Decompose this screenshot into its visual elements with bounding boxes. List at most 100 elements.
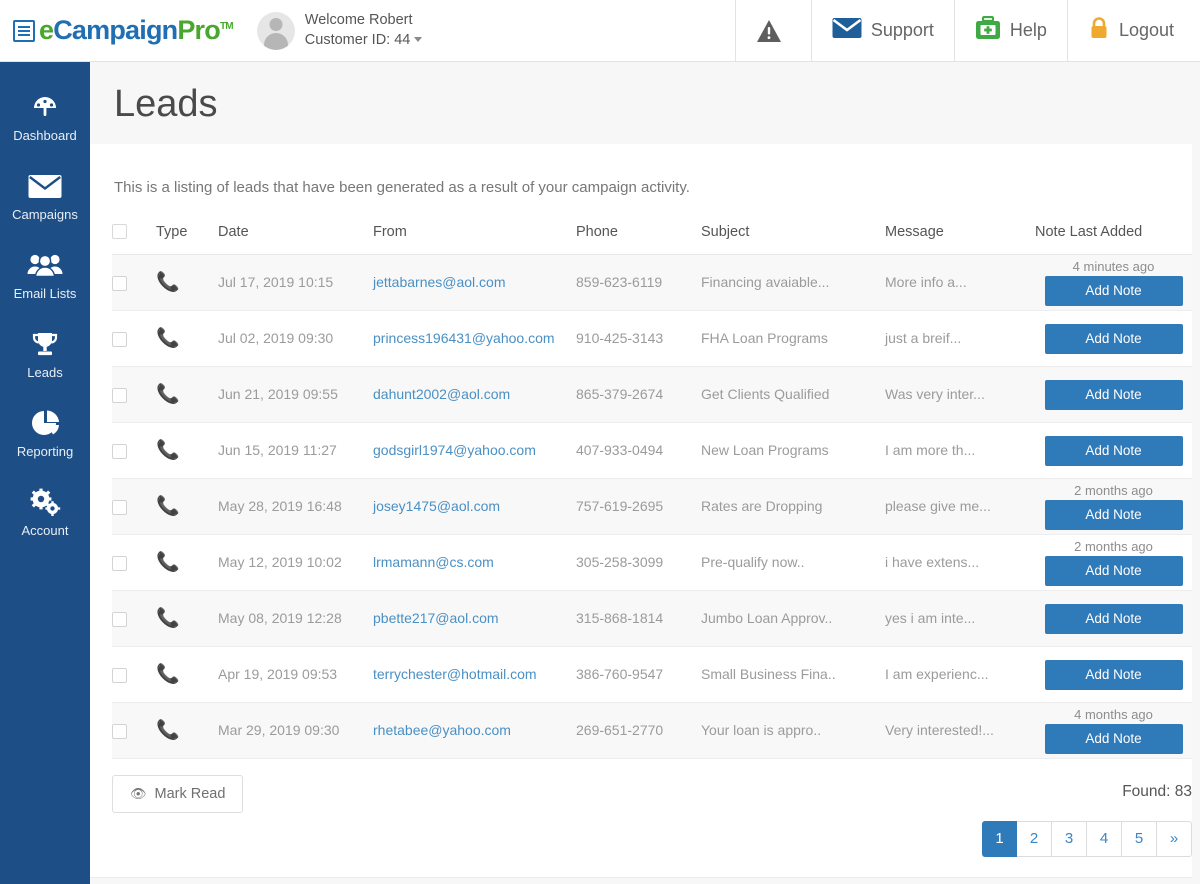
row-from-link[interactable]: terrychester@hotmail.com: [373, 666, 537, 682]
row-subject: Your loan is appro..: [701, 702, 885, 759]
row-from-link[interactable]: godsgirl1974@yahoo.com: [373, 442, 536, 458]
add-note-button[interactable]: Add Note: [1044, 324, 1183, 355]
sidebar-item-reporting[interactable]: Reporting: [0, 396, 90, 475]
table-row[interactable]: 📞 Jul 02, 2019 09:30 princess196431@yahoo.…: [112, 310, 1192, 367]
row-from-link[interactable]: jettabarnes@aol.com: [373, 274, 506, 290]
user-menu[interactable]: Welcome Robert Customer ID: 44: [243, 0, 423, 61]
add-note-button[interactable]: Add Note: [1044, 555, 1183, 586]
phone-icon: 📞: [156, 495, 180, 517]
row-message[interactable]: More info a...: [885, 254, 1035, 311]
add-note-button[interactable]: Add Note: [1044, 436, 1183, 467]
column-header-date[interactable]: Date: [218, 217, 373, 255]
sidebar-item-email-lists[interactable]: Email Lists: [0, 238, 90, 317]
row-checkbox[interactable]: [112, 275, 127, 291]
sidebar-item-campaigns[interactable]: Campaigns: [0, 159, 90, 238]
support-label: Support: [870, 20, 934, 40]
top-header-bar: eCampaignProTM Welcome Robert Customer I…: [0, 0, 1200, 62]
table-row[interactable]: 📞 Jul 17, 2019 10:15 jettabarnes@aol.com 85…: [112, 254, 1192, 311]
add-note-button[interactable]: Add Note: [1044, 723, 1183, 754]
add-note-button[interactable]: Add Note: [1044, 660, 1183, 691]
column-header-type[interactable]: Type: [156, 217, 218, 255]
pagination-item[interactable]: 3: [1052, 820, 1087, 857]
row-date: Jun 15, 2019 11:27: [218, 422, 373, 479]
row-checkbox[interactable]: [112, 723, 127, 739]
row-checkbox[interactable]: [112, 611, 127, 627]
row-select-cell: [112, 534, 156, 591]
row-from-link[interactable]: lrmamann@cs.com: [373, 554, 494, 570]
chevron-down-icon[interactable]: [414, 37, 423, 43]
table-row[interactable]: 📞 Mar 29, 2019 09:30 rhetabee@yahoo.com 269…: [112, 702, 1192, 759]
logout-button[interactable]: Logout: [1066, 0, 1200, 61]
row-message[interactable]: Very interested!...: [885, 702, 1035, 759]
table-row[interactable]: 📞 May 08, 2019 12:28 pbette217@aol.com 315-…: [112, 590, 1192, 647]
table-row[interactable]: 📞 Jun 21, 2019 09:55 dahunt2002@aol.com 865…: [112, 366, 1192, 423]
sidebar-item-dashboard[interactable]: Dashboard: [0, 80, 90, 159]
pagination-item[interactable]: »: [1157, 820, 1192, 857]
pagination-item[interactable]: 2: [1017, 820, 1052, 857]
row-checkbox[interactable]: [112, 555, 127, 571]
table-row[interactable]: 📞 May 12, 2019 10:02 lrmamann@cs.com 305-25…: [112, 534, 1192, 591]
column-header-message[interactable]: Message: [885, 217, 1035, 255]
row-message[interactable]: yes i am inte...: [885, 590, 1035, 647]
pagination-item[interactable]: 1: [982, 820, 1017, 857]
row-message[interactable]: I am experienc...: [885, 646, 1035, 703]
mark-read-button[interactable]: 👁 Mark Read: [112, 774, 244, 813]
row-phone: 910-425-3143: [576, 310, 701, 367]
column-header-phone[interactable]: Phone: [576, 217, 701, 255]
sidebar: Dashboard Campaigns Email Lists Leads Re…: [0, 62, 90, 884]
row-checkbox[interactable]: [112, 499, 127, 515]
add-note-button[interactable]: Add Note: [1044, 380, 1183, 411]
select-all-checkbox[interactable]: [112, 224, 127, 240]
row-phone: 269-651-2770: [576, 702, 701, 759]
row-select-cell: [112, 422, 156, 479]
brand-logo[interactable]: eCampaignProTM: [0, 0, 243, 61]
row-from-link[interactable]: josey1475@aol.com: [373, 498, 500, 514]
row-date: May 08, 2019 12:28: [218, 590, 373, 647]
row-message[interactable]: please give me...: [885, 478, 1035, 535]
row-date: May 28, 2019 16:48: [218, 478, 373, 535]
row-message[interactable]: Was very inter...: [885, 366, 1035, 423]
add-note-button[interactable]: Add Note: [1044, 499, 1183, 530]
row-subject: New Loan Programs: [701, 422, 885, 479]
row-checkbox[interactable]: [112, 387, 127, 403]
sidebar-item-account[interactable]: Account: [0, 475, 90, 554]
alerts-button[interactable]: [734, 0, 811, 61]
row-from-link[interactable]: pbette217@aol.com: [373, 610, 499, 626]
table-row[interactable]: 📞 May 28, 2019 16:48 josey1475@aol.com 757-…: [112, 478, 1192, 535]
table-row[interactable]: 📞 Jun 15, 2019 11:27 godsgirl1974@yahoo.co…: [112, 422, 1192, 479]
row-from-cell: josey1475@aol.com: [373, 478, 576, 535]
row-type-cell: 📞: [156, 254, 218, 311]
table-row[interactable]: 📞 Apr 19, 2019 09:53 terrychester@hotmail.…: [112, 646, 1192, 703]
row-message[interactable]: just a breif...: [885, 310, 1035, 367]
row-phone: 865-379-2674: [576, 366, 701, 423]
row-from-cell: rhetabee@yahoo.com: [373, 702, 576, 759]
phone-icon: 📞: [156, 439, 180, 461]
row-select-cell: [112, 590, 156, 647]
row-from-link[interactable]: dahunt2002@aol.com: [373, 386, 510, 402]
support-button[interactable]: Support: [810, 0, 954, 61]
pagination-item[interactable]: 4: [1087, 820, 1122, 857]
row-subject: Jumbo Loan Approv..: [701, 590, 885, 647]
row-from-cell: pbette217@aol.com: [373, 590, 576, 647]
add-note-button[interactable]: Add Note: [1044, 275, 1183, 306]
pagination-item[interactable]: 5: [1122, 820, 1157, 857]
row-message[interactable]: I am more th...: [885, 422, 1035, 479]
row-from-link[interactable]: rhetabee@yahoo.com: [373, 722, 511, 738]
add-note-button[interactable]: Add Note: [1044, 604, 1183, 635]
row-date: Jun 21, 2019 09:55: [218, 366, 373, 423]
row-note-ago: 2 months ago: [1074, 482, 1153, 498]
row-from-cell: terrychester@hotmail.com: [373, 646, 576, 703]
sidebar-item-leads[interactable]: Leads: [0, 317, 90, 396]
row-checkbox[interactable]: [112, 443, 127, 459]
pie-chart-icon: [0, 408, 90, 438]
row-message[interactable]: i have extens...: [885, 534, 1035, 591]
help-button[interactable]: Help: [953, 0, 1067, 61]
row-checkbox[interactable]: [112, 667, 127, 683]
column-header-note-last-added[interactable]: Note Last Added: [1035, 217, 1192, 255]
column-header-subject[interactable]: Subject: [701, 217, 885, 255]
row-checkbox[interactable]: [112, 331, 127, 347]
row-from-cell: dahunt2002@aol.com: [373, 366, 576, 423]
column-header-from[interactable]: From: [373, 217, 576, 255]
row-from-link[interactable]: princess196431@yahoo.com: [373, 330, 555, 346]
row-type-cell: 📞: [156, 534, 218, 591]
